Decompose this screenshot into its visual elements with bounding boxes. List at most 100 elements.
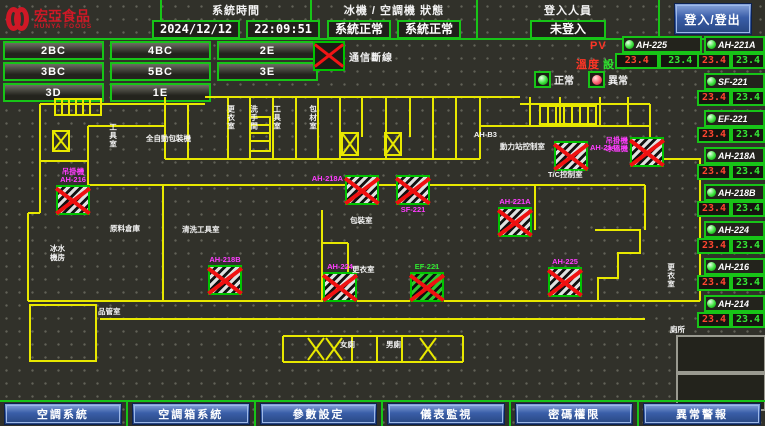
footer-cell: 異常警報 [639, 402, 765, 426]
status-led-icon [625, 40, 634, 49]
unit-values: 23.423.4 [697, 238, 765, 254]
equipment-label: AH-224 [327, 263, 353, 271]
footer-button-1[interactable]: 空調系統 [4, 403, 122, 425]
comm-fail-marker-icon [630, 137, 664, 167]
equipment-marker[interactable]: AH-214 [554, 141, 588, 171]
unit-pv-value: 23.4 [697, 53, 731, 69]
system-clock-value: 22:09:51 [246, 20, 320, 39]
equipment-label: AH-218A [312, 175, 343, 183]
floor-button-3e[interactable]: 3E [217, 62, 318, 81]
unit-name-row[interactable]: AH-221A [704, 36, 765, 53]
floor-button-3bc[interactable]: 3BC [3, 62, 104, 81]
legend-abnormal-label: 異常 [608, 72, 628, 87]
unit-sv-value: 23.4 [731, 127, 765, 143]
unit-pv-value: 23.4 [697, 201, 731, 217]
unit-values: 23.423.4 [697, 164, 765, 180]
equipment-label: EF-221 [415, 263, 440, 271]
footer-button-4[interactable]: 儀表監視 [387, 403, 505, 425]
brand-subtitle: HUNYA FOODS [34, 23, 92, 30]
unit-ah-218b: AH-218B23.423.4 [704, 184, 765, 217]
machine-status-label: 冰機 / 空調機 狀態 [312, 2, 476, 18]
footer-nav: 空調系統空調箱系統參數設定儀表監視密碼權限異常警報 [0, 400, 765, 426]
floor-button-2e[interactable]: 2E [217, 41, 318, 60]
footer-cell: 空調系統 [0, 402, 128, 426]
footer-button-2[interactable]: 空調箱系統 [132, 403, 250, 425]
unit-name-label: SF-221 [718, 77, 748, 87]
unit-name-row[interactable]: AH-218B [704, 184, 765, 201]
unit-name-label: AH-214 [718, 299, 749, 309]
unit-ah-221a: AH-221A23.423.4 [704, 36, 765, 69]
footer-button-5[interactable]: 密碼權限 [515, 403, 633, 425]
unit-sv-value: 23.4 [731, 238, 765, 254]
login-button-section: 登入/登出 [660, 0, 765, 38]
login-person-label: 登入人員 [478, 2, 658, 18]
floor-button-2bc[interactable]: 2BC [3, 41, 104, 60]
unit-name-row[interactable]: AH-216 [704, 258, 765, 275]
equipment-label: AH-225 [552, 258, 578, 266]
room-label: 工具室 [108, 123, 117, 149]
unit-ah-218a: AH-218A23.423.4 [704, 147, 765, 180]
footer-cell: 儀表監視 [383, 402, 511, 426]
status-led-icon [707, 299, 716, 308]
unit-name-row[interactable]: AH-225 [622, 36, 702, 53]
unit-values: 23.423.4 [697, 53, 765, 69]
unit-pv-value: 23.4 [615, 53, 659, 69]
unit-ah-225: AH-22523.423.4 [622, 36, 702, 69]
status-led-icon [707, 114, 716, 123]
status-led-icon [707, 77, 716, 86]
equipment-marker[interactable]: AH-218B [208, 265, 242, 295]
pv-tag: PV [590, 40, 607, 52]
floor-nav-row: 3BC 5BC 3E [3, 62, 318, 81]
unit-ah-214: AH-21423.423.4 [704, 295, 765, 328]
floor-button-4bc[interactable]: 4BC [110, 41, 211, 60]
equipment-marker[interactable]: SF-221 [396, 175, 430, 205]
floor-button-5bc[interactable]: 5BC [110, 62, 211, 81]
room-label: 原料倉庫 [110, 225, 140, 234]
comm-status-indicator: 通信斷線 [313, 41, 393, 71]
unit-pv-value: 23.4 [697, 90, 731, 106]
login-logout-button[interactable]: 登入/登出 [674, 3, 752, 35]
unit-name-row[interactable]: AH-224 [704, 221, 765, 238]
system-date-value: 2024/12/12 [152, 20, 240, 39]
unit-pv-value: 23.4 [697, 312, 731, 328]
room-label: 全自動包裝機 [146, 135, 191, 144]
unit-name-row[interactable]: AH-214 [704, 295, 765, 312]
unit-name-row[interactable]: EF-221 [704, 110, 765, 127]
status-led-icon [707, 40, 716, 49]
room-label: 男廁 [386, 341, 401, 350]
equipment-marker[interactable]: EF-221 [410, 272, 444, 302]
comm-fail-marker-icon [345, 175, 379, 205]
legend-normal-label: 正常 [554, 72, 574, 87]
unit-sv-value: 23.4 [731, 312, 765, 328]
status-led-icon [707, 151, 716, 160]
equipment-marker[interactable]: 吊掛機 冰溫機 [630, 137, 664, 167]
unit-sv-value: 23.4 [731, 90, 765, 106]
unit-name-label: AH-216 [718, 262, 749, 272]
footer-button-3[interactable]: 參數設定 [260, 403, 378, 425]
unit-pv-value: 23.4 [697, 164, 731, 180]
footer-cell: 參數設定 [256, 402, 384, 426]
unit-name-label: EF-221 [718, 114, 748, 124]
unit-pv-value: 23.4 [697, 275, 731, 291]
unit-values: 23.423.4 [697, 201, 765, 217]
empty-slot [676, 335, 765, 373]
equipment-marker[interactable]: AH-225 [548, 267, 582, 297]
equipment-marker[interactable]: AH-221A [498, 207, 532, 237]
equipment-marker[interactable]: AH-218A [345, 175, 379, 205]
machine-status-section: 冰機 / 空調機 狀態 系統正常 系統正常 [312, 0, 478, 38]
brand-text: 宏亞食品 HUNYA FOODS [34, 9, 92, 30]
equipment-marker[interactable]: 吊掛機 AH-216 [56, 185, 90, 215]
chiller-status-value: 系統正常 [327, 20, 391, 39]
header-bar: 宏亞食品 HUNYA FOODS 系統時間 2024/12/12 22:09:5… [0, 0, 765, 40]
unit-name-row[interactable]: SF-221 [704, 73, 765, 90]
comm-fail-marker-icon [554, 141, 588, 171]
unit-name-row[interactable]: AH-218A [704, 147, 765, 164]
footer-button-6[interactable]: 異常警報 [643, 403, 761, 425]
equipment-marker[interactable]: AH-224 [323, 272, 357, 302]
unit-values: 23.423.4 [697, 90, 765, 106]
room-label: 更衣室 [352, 266, 375, 275]
room-label: AH-B3 [474, 131, 497, 140]
unit-ah-216: AH-21623.423.4 [704, 258, 765, 291]
room-label: 品管室 [98, 308, 121, 317]
unit-sv-value: 23.4 [731, 164, 765, 180]
